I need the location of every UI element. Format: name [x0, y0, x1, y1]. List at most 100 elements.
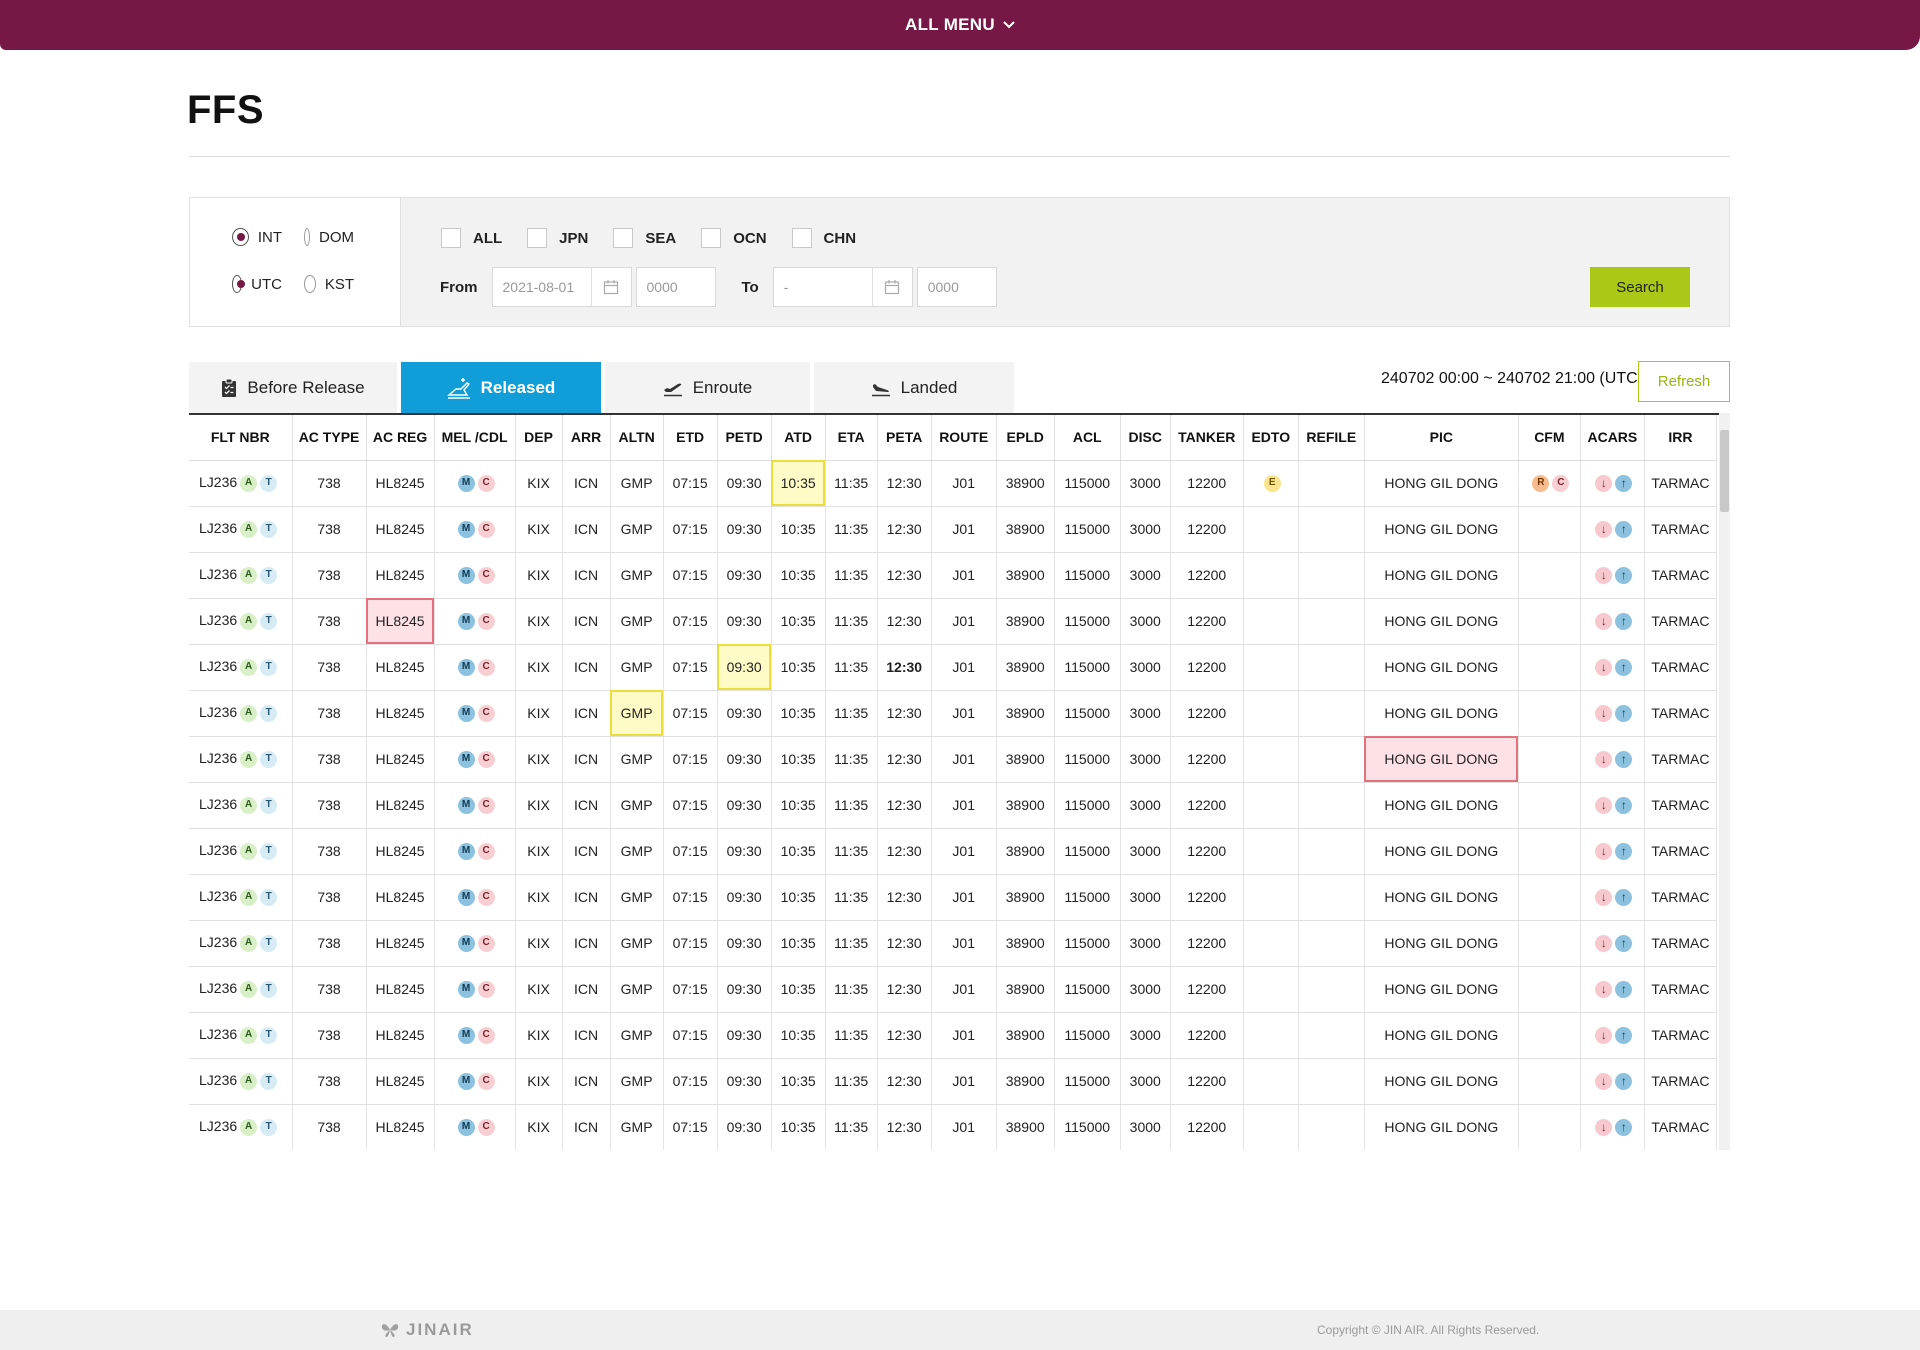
flight-number[interactable]: LJ236 [199, 842, 237, 858]
acars-up-icon[interactable]: ↑ [1615, 520, 1633, 538]
column-header[interactable]: ETD [663, 415, 718, 461]
acars-up-icon[interactable]: ↑ [1615, 980, 1633, 998]
column-header[interactable]: PETD [717, 415, 772, 461]
table-row[interactable]: LJ236 A T 738 HL8245 M C KIX ICN GMP 07:15 09:30 10:… [189, 1058, 1718, 1105]
mel-badge[interactable]: M [457, 1118, 475, 1136]
acars-down-icon[interactable]: ↓ [1595, 658, 1613, 676]
cdl-badge[interactable]: C [477, 1026, 495, 1044]
table-row[interactable]: LJ236 A T 738 HL8245 M C KIX ICN GMP 07:15 09:30 10:… [189, 874, 1718, 921]
search-button[interactable]: Search [1590, 267, 1690, 307]
edto-badge[interactable]: E [1263, 474, 1281, 492]
acars-down-icon[interactable]: ↓ [1595, 520, 1613, 538]
table-row[interactable]: LJ236 A T 738 HL8245 M C KIX ICN GMP 07:15 09:30 10:… [189, 460, 1718, 507]
cdl-badge[interactable]: C [477, 474, 495, 492]
a-badge[interactable]: A [240, 1026, 258, 1044]
tab-enroute[interactable]: Enroute [605, 362, 810, 413]
flight-number[interactable]: LJ236 [199, 888, 237, 904]
column-header[interactable]: FLT NBR [189, 415, 293, 461]
mel-badge[interactable]: M [457, 566, 475, 584]
from-date-field[interactable]: 2021-08-01 [491, 267, 632, 307]
cdl-badge[interactable]: C [477, 1118, 495, 1136]
radio-utc[interactable]: UTC [232, 275, 282, 293]
table-row[interactable]: LJ236 A T 738 HL8245 M C KIX ICN GMP 07:15 09:30 10:… [189, 920, 1718, 967]
tab-landed[interactable]: Landed [814, 362, 1014, 413]
a-badge[interactable]: A [240, 842, 258, 860]
cfm-badge-c[interactable]: C [1552, 474, 1570, 492]
a-badge[interactable]: A [240, 474, 258, 492]
tab-before-release[interactable]: Before Release [189, 362, 397, 413]
acars-up-icon[interactable]: ↑ [1615, 566, 1633, 584]
a-badge[interactable]: A [240, 934, 258, 952]
mel-badge[interactable]: M [457, 1072, 475, 1090]
t-badge[interactable]: T [260, 1072, 278, 1090]
table-row[interactable]: LJ236 A T 738 HL8245 M C KIX ICN GMP 07:15 09:30 10:… [189, 1104, 1718, 1150]
t-badge[interactable]: T [260, 796, 278, 814]
acars-down-icon[interactable]: ↓ [1595, 612, 1613, 630]
table-row[interactable]: LJ236 A T 738 HL8245 M C KIX ICN GMP 07:15 09:30 10:… [189, 552, 1718, 599]
checkbox-all[interactable]: ALL [441, 228, 502, 248]
flight-number[interactable]: LJ236 [199, 566, 237, 582]
table-row[interactable]: LJ236 A T 738 HL8245 M C KIX ICN GMP 07:15 09:30 10:… [189, 598, 1718, 645]
t-badge[interactable]: T [260, 934, 278, 952]
cdl-badge[interactable]: C [477, 1072, 495, 1090]
mel-badge[interactable]: M [457, 658, 475, 676]
column-header[interactable]: ACARS [1580, 415, 1645, 461]
cdl-badge[interactable]: C [477, 842, 495, 860]
acars-down-icon[interactable]: ↓ [1595, 704, 1613, 722]
acars-down-icon[interactable]: ↓ [1595, 750, 1613, 768]
checkbox-sea[interactable]: SEA [613, 228, 676, 248]
mel-badge[interactable]: M [457, 612, 475, 630]
t-badge[interactable]: T [260, 612, 278, 630]
acars-up-icon[interactable]: ↑ [1615, 474, 1633, 492]
cdl-badge[interactable]: C [477, 934, 495, 952]
cdl-badge[interactable]: C [477, 796, 495, 814]
t-badge[interactable]: T [260, 1026, 278, 1044]
column-header[interactable]: DEP [515, 415, 563, 461]
acars-up-icon[interactable]: ↑ [1615, 1118, 1633, 1136]
t-badge[interactable]: T [260, 520, 278, 538]
flight-number[interactable]: LJ236 [199, 520, 237, 536]
radio-dom[interactable]: DOM [304, 228, 354, 246]
t-badge[interactable]: T [260, 566, 278, 584]
a-badge[interactable]: A [240, 980, 258, 998]
t-badge[interactable]: T [260, 888, 278, 906]
mel-badge[interactable]: M [457, 704, 475, 722]
from-time-field[interactable]: 0000 [635, 267, 716, 307]
mel-badge[interactable]: M [457, 474, 475, 492]
flight-number[interactable]: LJ236 [199, 1026, 237, 1042]
flight-number[interactable]: LJ236 [199, 1118, 237, 1134]
cdl-badge[interactable]: C [477, 520, 495, 538]
mel-badge[interactable]: M [457, 888, 475, 906]
a-badge[interactable]: A [240, 750, 258, 768]
radio-kst[interactable]: KST [304, 275, 354, 293]
mel-badge[interactable]: M [457, 934, 475, 952]
refresh-button[interactable]: Refresh [1638, 361, 1730, 402]
acars-up-icon[interactable]: ↑ [1615, 796, 1633, 814]
checkbox-chn[interactable]: CHN [791, 228, 856, 248]
column-header[interactable]: ATD [771, 415, 826, 461]
table-row[interactable]: LJ236 A T 738 HL8245 M C KIX ICN GMP 07:15 09:30 10:… [189, 828, 1718, 875]
mel-badge[interactable]: M [457, 980, 475, 998]
acars-up-icon[interactable]: ↑ [1615, 842, 1633, 860]
t-badge[interactable]: T [260, 1118, 278, 1136]
flight-number[interactable]: LJ236 [199, 934, 237, 950]
table-row[interactable]: LJ236 A T 738 HL8245 M C KIX ICN GMP 07:15 09:30 10:… [189, 736, 1718, 783]
column-header[interactable]: ACL [1054, 415, 1121, 461]
table-row[interactable]: LJ236 A T 738 HL8245 M C KIX ICN GMP 07:15 09:30 10:… [189, 690, 1718, 737]
to-date-field[interactable]: - [772, 267, 913, 307]
checkbox-jpn[interactable]: JPN [527, 228, 588, 248]
column-header[interactable]: CFM [1518, 415, 1581, 461]
acars-down-icon[interactable]: ↓ [1595, 1072, 1613, 1090]
acars-up-icon[interactable]: ↑ [1615, 934, 1633, 952]
column-header[interactable]: EPLD [996, 415, 1055, 461]
cdl-badge[interactable]: C [477, 704, 495, 722]
column-header[interactable]: DISC [1120, 415, 1171, 461]
column-header[interactable]: ROUTE [931, 415, 997, 461]
a-badge[interactable]: A [240, 566, 258, 584]
flight-number[interactable]: LJ236 [199, 750, 237, 766]
column-header[interactable]: ALTN [610, 415, 664, 461]
acars-down-icon[interactable]: ↓ [1595, 796, 1613, 814]
acars-down-icon[interactable]: ↓ [1595, 934, 1613, 952]
acars-down-icon[interactable]: ↓ [1595, 566, 1613, 584]
t-badge[interactable]: T [260, 842, 278, 860]
